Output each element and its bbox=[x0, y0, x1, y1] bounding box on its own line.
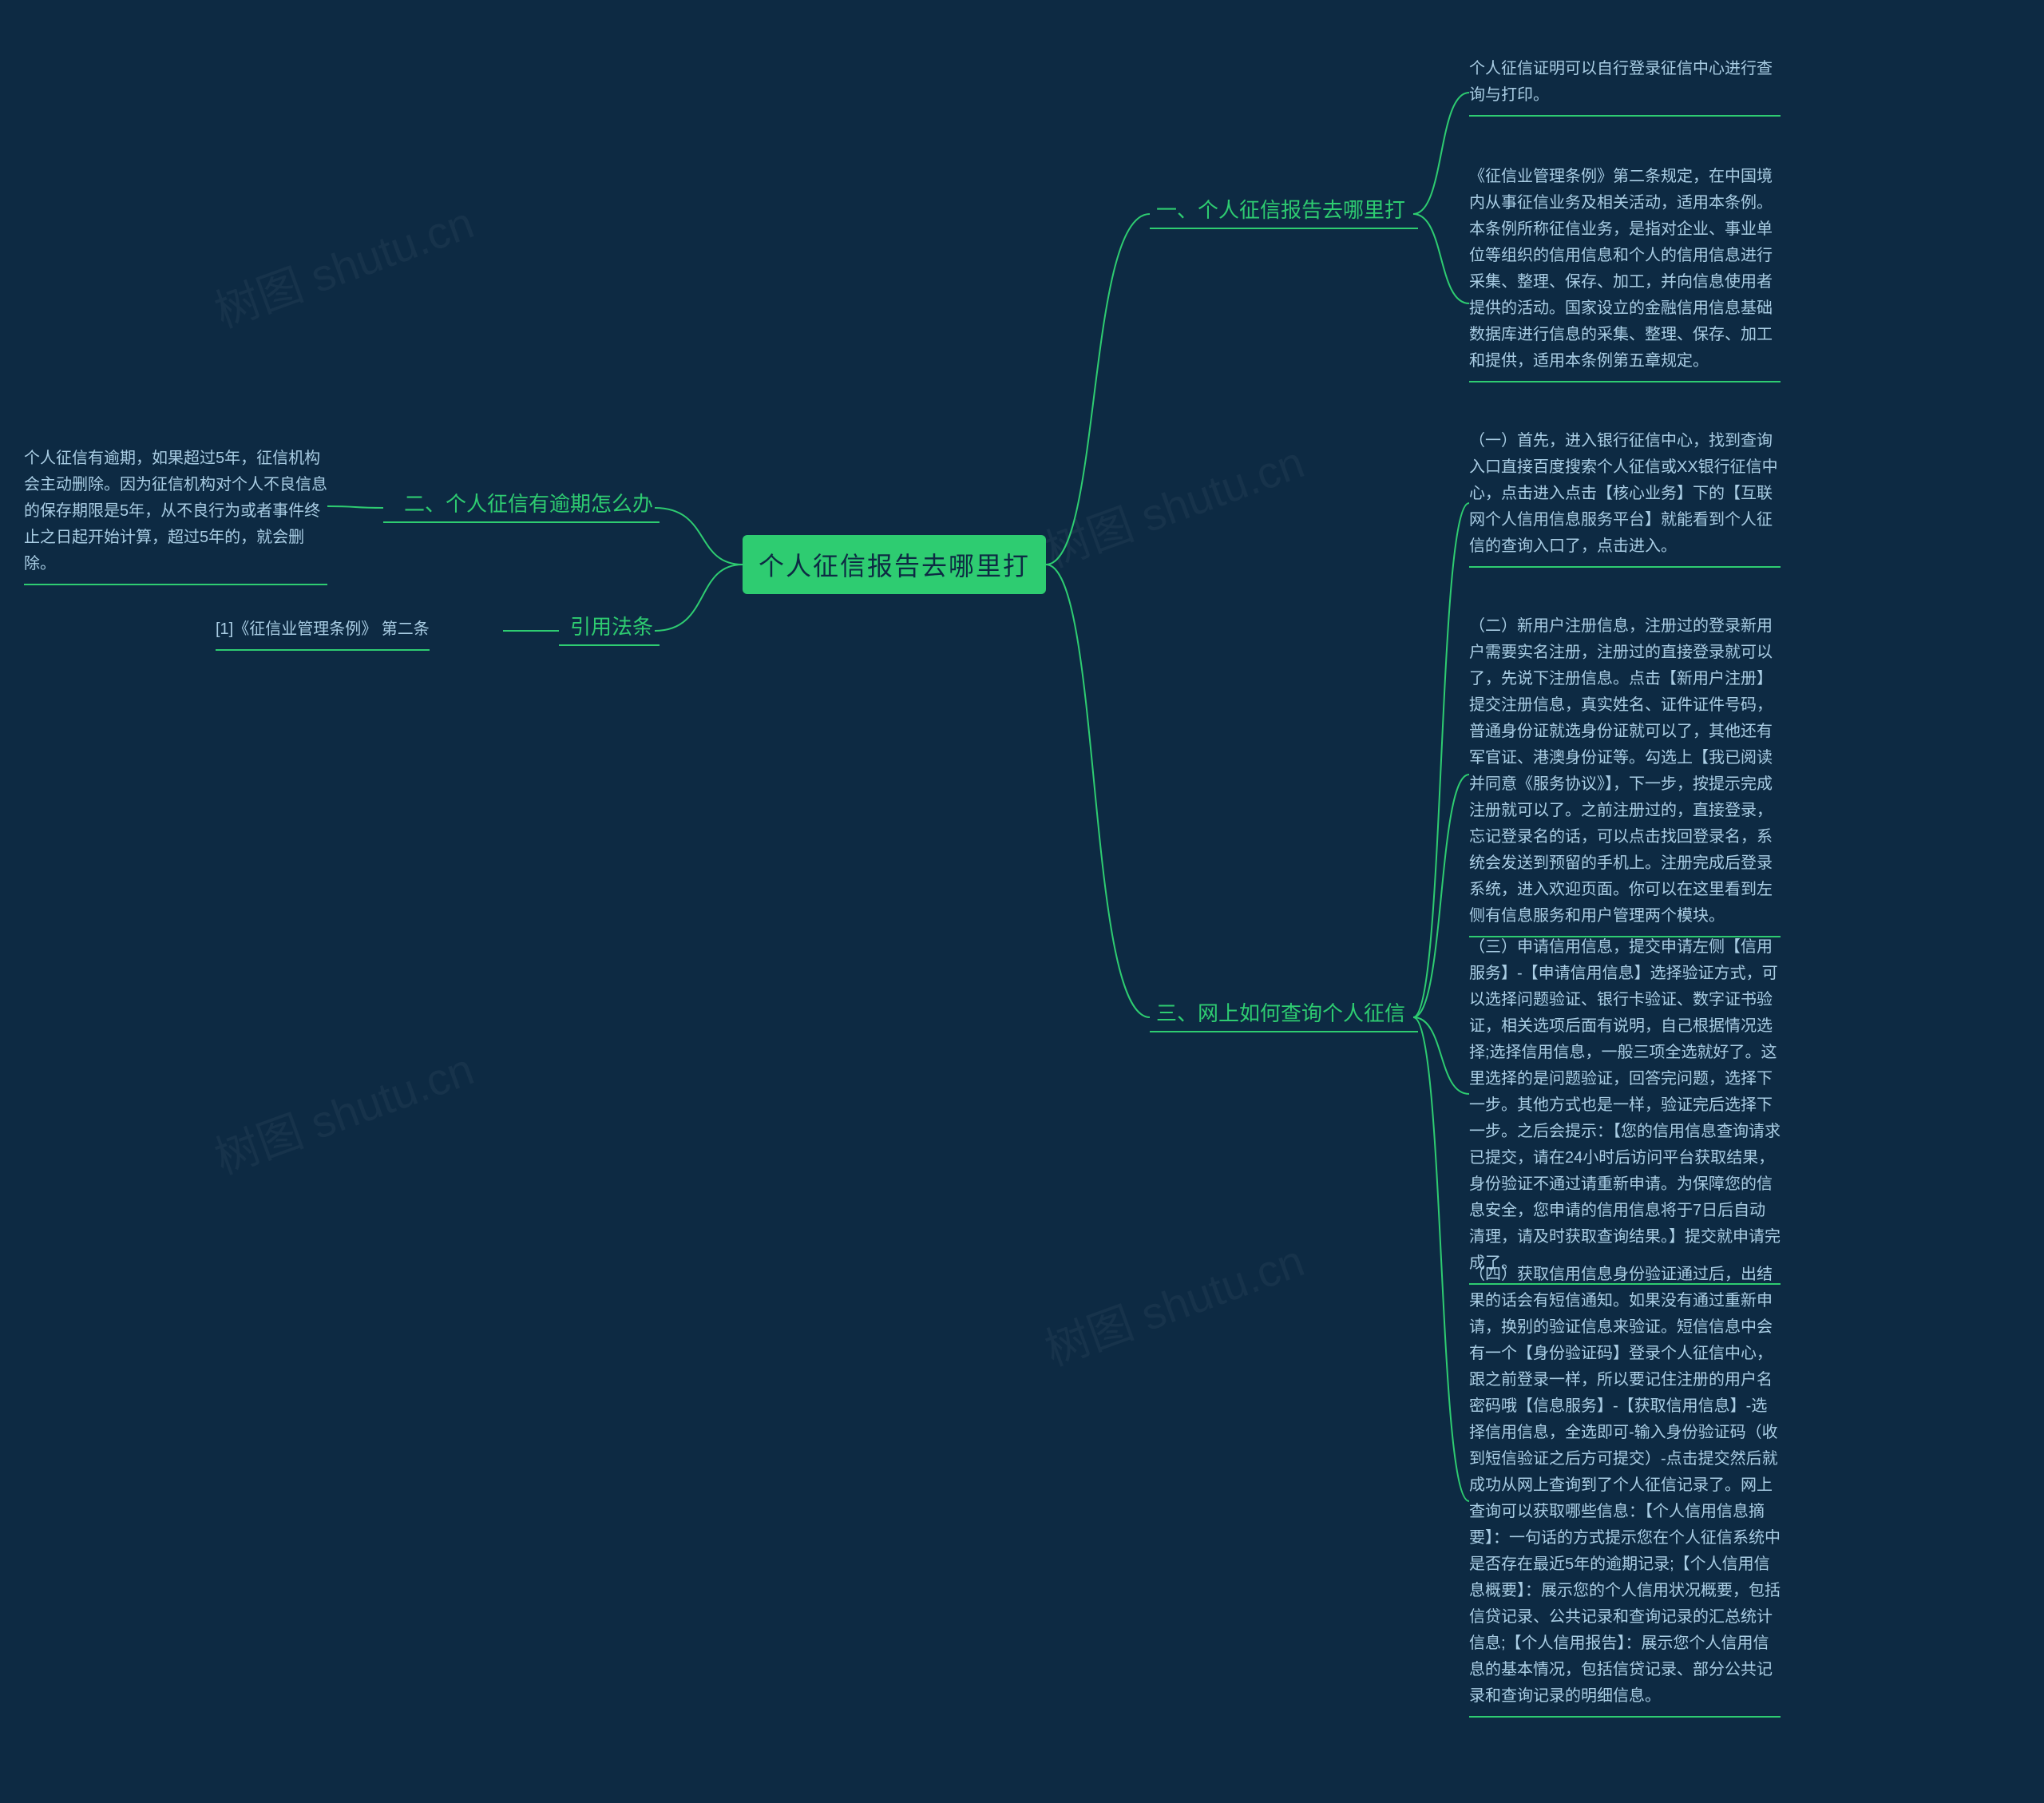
branch-2-label: 二、个人征信有逾期怎么办 bbox=[404, 492, 653, 516]
leaf-b3-p3: （三）申请信用信息，提交申请左侧【信用服务】-【申请信用信息】选择验证方式，可以… bbox=[1469, 934, 1781, 1285]
watermark: 树图 shutu.cn bbox=[1035, 1225, 1312, 1378]
branch-law[interactable]: 引用法条 bbox=[559, 615, 660, 646]
branch-3-label: 三、网上如何查询个人征信 bbox=[1156, 1001, 1405, 1025]
leaf-b1-p1: 个人征信证明可以自行登录征信中心进行查询与打印。 bbox=[1469, 56, 1781, 117]
leaf-law-ref: [1]《征信业管理条例》 第二条 bbox=[216, 616, 430, 651]
leaf-b1-p2: 《征信业管理条例》第二条规定，在中国境内从事征信业务及相关活动，适用本条例。本条… bbox=[1469, 164, 1781, 382]
branch-2[interactable]: 二、个人征信有逾期怎么办 bbox=[383, 492, 660, 523]
root-title: 个人征信报告去哪里打 bbox=[759, 546, 1030, 583]
watermark: 树图 shutu.cn bbox=[204, 187, 481, 340]
leaf-b3-p2: （二）新用户注册信息，注册过的登录新用户需要实名注册，注册过的直接登录就可以了，… bbox=[1469, 613, 1781, 937]
branch-1[interactable]: 一、个人征信报告去哪里打 bbox=[1150, 198, 1418, 229]
branch-3[interactable]: 三、网上如何查询个人征信 bbox=[1150, 1001, 1418, 1032]
leaf-b2-detail: 个人征信有逾期，如果超过5年，征信机构会主动删除。因为征信机构对个人不良信息的保… bbox=[24, 446, 327, 585]
watermark: 树图 shutu.cn bbox=[204, 1033, 481, 1187]
branch-law-label: 引用法条 bbox=[570, 615, 653, 639]
root-node[interactable]: 个人征信报告去哪里打 bbox=[743, 535, 1046, 594]
leaf-b3-p4: （四）获取信用信息身份验证通过后，出结果的话会有短信通知。如果没有通过重新申请，… bbox=[1469, 1262, 1781, 1718]
watermark: 树图 shutu.cn bbox=[1035, 426, 1312, 580]
leaf-b3-p1: （一）首先，进入银行征信中心，找到查询入口直接百度搜索个人征信或XX银行征信中心… bbox=[1469, 428, 1781, 568]
branch-1-label: 一、个人征信报告去哪里打 bbox=[1156, 198, 1405, 222]
